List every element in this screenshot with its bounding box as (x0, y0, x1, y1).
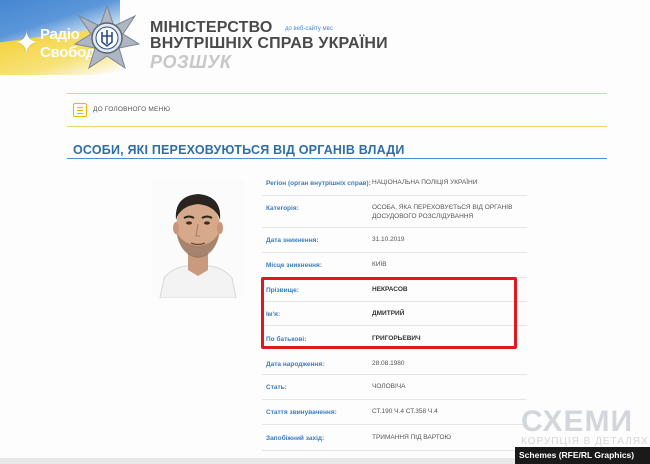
police-badge-icon (73, 4, 141, 70)
sex-label: Стать: (266, 384, 287, 391)
charge-value: СТ.190 Ч.4 СТ.358 Ч.4 (372, 408, 438, 415)
suspect-photo (152, 180, 244, 298)
info-row-disappearance-place: Місце зникнення: КИЇВ (262, 253, 527, 278)
radio-svoboda-bird-icon: ✦ (14, 26, 40, 61)
disappearance-date-value: 31.10.2019 (372, 236, 405, 243)
ministry-title-line1: МІНІСТЕРСТВО (150, 19, 273, 36)
category-label: Категорія: (266, 205, 299, 212)
info-row-charge: Стаття звинувачення: СТ.190 Ч.4 СТ.358 Ч… (262, 400, 527, 425)
info-row-disappearance-date: Дата зникнення: 31.10.2019 (262, 228, 527, 253)
info-row-sex: Стать: ЧОЛОВІЧА (262, 375, 527, 400)
skhemy-watermark: СХЕМИ (521, 405, 634, 438)
category-value-line2: ДОСУДОВОГО РОЗСЛІДУВАННЯ (372, 213, 474, 220)
info-row-region: Регіон (орган внутрішніх справ): НАЦІОНА… (262, 172, 527, 196)
charge-label: Стаття звинувачення: (266, 409, 337, 416)
info-row-category: Категорія: ОСОБА, ЯКА ПЕРЕХОВУЄТЬСЯ ВІД … (262, 196, 527, 228)
page-title: ОСОБИ, ЯКІ ПЕРЕХОВУЮТЬСЯ ВІД ОРГАНІВ ВЛА… (73, 143, 405, 157)
info-row-preventive-measure: Запобіжний захід: ТРИМАННЯ ПІД ВАРТОЮ (262, 425, 527, 451)
wanted-page: ✦ Радіо Свобода МІНІСТЕРСТВО ВНУТРІШНІХ … (0, 0, 650, 464)
home-menu-link[interactable]: ДО ГОЛОВНОГО МЕНЮ (93, 106, 170, 113)
skhemy-tagline: КОРУПЦІЯ В ДЕТАЛЯХ (521, 436, 649, 447)
ministry-title: МІНІСТЕРСТВО ВНУТРІШНІХ СПРАВ УКРАЇНИ (150, 20, 388, 52)
name-highlight-box (261, 277, 517, 349)
disappearance-place-value: КИЇВ (372, 261, 387, 268)
category-value: ОСОБА, ЯКА ПЕРЕХОВУЄТЬСЯ ВІД ОРГАНІВ (372, 204, 513, 211)
title-divider (67, 158, 607, 159)
sex-value: ЧОЛОВІЧА (372, 383, 406, 390)
disappearance-date-label: Дата зникнення: (266, 237, 319, 244)
graphics-credit: Schemes (RFE/RL Graphics) (515, 447, 650, 464)
birth-date-value: 28.08.1980 (372, 360, 405, 367)
bottom-strip (0, 458, 515, 464)
menu-icon[interactable] (73, 103, 87, 117)
home-menu-bar: ДО ГОЛОВНОГО МЕНЮ (67, 93, 607, 127)
ministry-title-line2: ВНУТРІШНІХ СПРАВ УКРАЇНИ (150, 35, 388, 52)
disappearance-place-label: Місце зникнення: (266, 262, 323, 269)
ministry-site-link[interactable]: до веб-сайту мвс (285, 26, 333, 32)
birth-date-label: Дата народження: (266, 361, 325, 368)
wanted-subtitle: РОЗШУК (150, 52, 232, 72)
region-value: НАЦІОНАЛЬНА ПОЛІЦІЯ УКРАЇНИ (372, 179, 478, 186)
info-row-birth-date: Дата народження: 28.08.1980 (262, 350, 527, 375)
preventive-measure-label: Запобіжний захід: (266, 435, 325, 442)
region-label: Регіон (орган внутрішніх справ): (266, 180, 371, 187)
preventive-measure-value: ТРИМАННЯ ПІД ВАРТОЮ (372, 434, 452, 441)
